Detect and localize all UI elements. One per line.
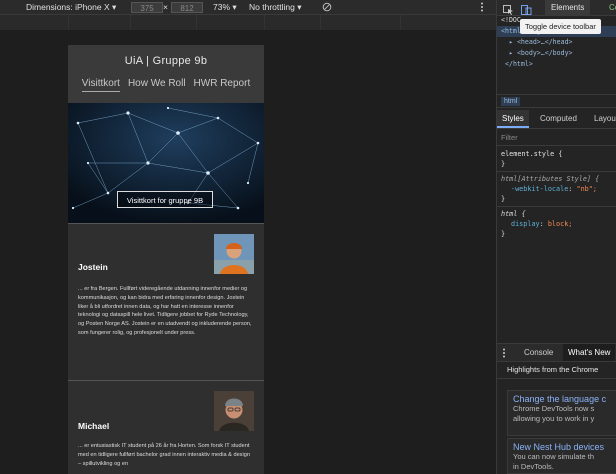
tab-styles[interactable]: Styles [497, 110, 529, 128]
news-description: You can now simulate th [513, 452, 595, 461]
dom-head-node[interactable]: ▸ <head>…</head> [497, 37, 616, 48]
dom-body-node[interactable]: ▸ <body>…</body> [497, 48, 616, 59]
media-query-ruler [0, 15, 496, 30]
nav-visittkort[interactable]: Visittkort [81, 78, 120, 92]
nav-hwr-report[interactable]: HWR Report [194, 78, 251, 92]
member-bio: ... er entusiastisk IT student på 26 år … [78, 443, 250, 467]
news-title[interactable]: New Nest Hub devices [513, 442, 611, 452]
whats-new-heading: Highlights from the Chrome [497, 361, 616, 379]
news-description: allowing you to work in y [513, 413, 595, 423]
member-card: Michael ... er entusiastisk IT student p… [68, 380, 264, 474]
css-value: "nb"; [576, 185, 597, 193]
drawer-menu-icon[interactable] [499, 344, 509, 361]
breadcrumb-html[interactable]: html [501, 97, 521, 106]
css-property: -webkit-locale [511, 185, 569, 193]
tab-computed[interactable]: Computed [535, 110, 582, 128]
avatar [214, 234, 254, 274]
site-nav: Visittkort How We Roll HWR Report [68, 78, 264, 92]
rule-attributes-style[interactable]: html[Attributes Style] { -webkit-locale:… [497, 172, 616, 207]
dimensions-dropdown[interactable]: Dimensions: iPhone X ▾ [26, 2, 116, 13]
drawer-tab-whats-new[interactable]: What's New [563, 344, 616, 361]
drawer-tabbar: Console What's New [497, 343, 616, 362]
rule-close: } [501, 160, 506, 168]
rule-close: } [501, 230, 506, 238]
phone-screen: UiA | Gruppe 9b Visittkort How We Roll H… [68, 45, 264, 474]
member-card: Jostein ... er fra Bergen. Fullført vide… [68, 223, 264, 380]
avatar [214, 391, 254, 431]
member-name: Michael [78, 421, 110, 431]
hero-button[interactable]: Visittkort for gruppe 9B [117, 191, 213, 208]
rule-close: } [501, 195, 506, 203]
times-sign: × [163, 2, 168, 12]
rule-selector: element.style { [501, 150, 563, 158]
device-toolbar-icon[interactable] [521, 2, 532, 15]
styles-filter-input[interactable]: Filter [497, 130, 616, 146]
style-rules: element.style { } html[Attributes Style]… [497, 147, 616, 241]
css-value: block; [547, 220, 573, 228]
dom-html-close[interactable]: </html> [497, 59, 616, 70]
rotate-icon[interactable] [322, 2, 332, 14]
rule-selector: html[Attributes Style] { [501, 175, 600, 183]
styles-tabbar: Styles Computed Layou [497, 110, 616, 129]
news-title[interactable]: Change the language c [513, 394, 611, 404]
rule-selector: html { [501, 210, 526, 218]
site-header: UiA | Gruppe 9b Visittkort How We Roll H… [68, 45, 264, 103]
drawer-tab-console[interactable]: Console [519, 344, 558, 361]
hero-banner: Visittkort for gruppe 9B [68, 103, 264, 223]
devtools-panel: Elements Co Toggle device toolbar <!DOC … [496, 0, 616, 474]
devtools-tabbar: Elements Co [497, 0, 616, 16]
news-description: in DevTools. [513, 461, 554, 471]
member-name: Jostein [78, 262, 108, 272]
breadcrumb: html [497, 94, 616, 108]
rule-element-style[interactable]: element.style { } [497, 147, 616, 172]
more-options-icon[interactable] [480, 2, 484, 14]
inspect-element-icon[interactable] [503, 2, 514, 15]
width-input[interactable]: 375 [131, 2, 163, 13]
news-item[interactable]: Change the language c Chrome DevTools no… [507, 390, 616, 436]
tab-console[interactable]: Co [603, 0, 616, 15]
nav-how-we-roll[interactable]: How We Roll [128, 78, 186, 92]
device-toolbar-tooltip: Toggle device toolbar [520, 19, 601, 34]
news-description: Chrome DevTools now s [513, 404, 595, 413]
zoom-dropdown[interactable]: 73% ▾ [213, 2, 237, 13]
tab-layout[interactable]: Layou [589, 110, 616, 128]
height-input[interactable]: 812 [171, 2, 203, 13]
css-property: display [511, 220, 540, 228]
device-toolbar: Dimensions: iPhone X ▾ 375 × 812 73% ▾ N… [0, 0, 496, 15]
member-bio: ... er fra Bergen. Fullført videregående… [78, 286, 252, 336]
rule-html[interactable]: html { display: block; } [497, 207, 616, 241]
tab-elements[interactable]: Elements [545, 0, 591, 15]
site-brand[interactable]: UiA | Gruppe 9b [68, 45, 264, 67]
throttling-dropdown[interactable]: No throttling ▾ [249, 2, 301, 13]
news-item[interactable]: New Nest Hub devices You can now simulat… [507, 438, 616, 474]
